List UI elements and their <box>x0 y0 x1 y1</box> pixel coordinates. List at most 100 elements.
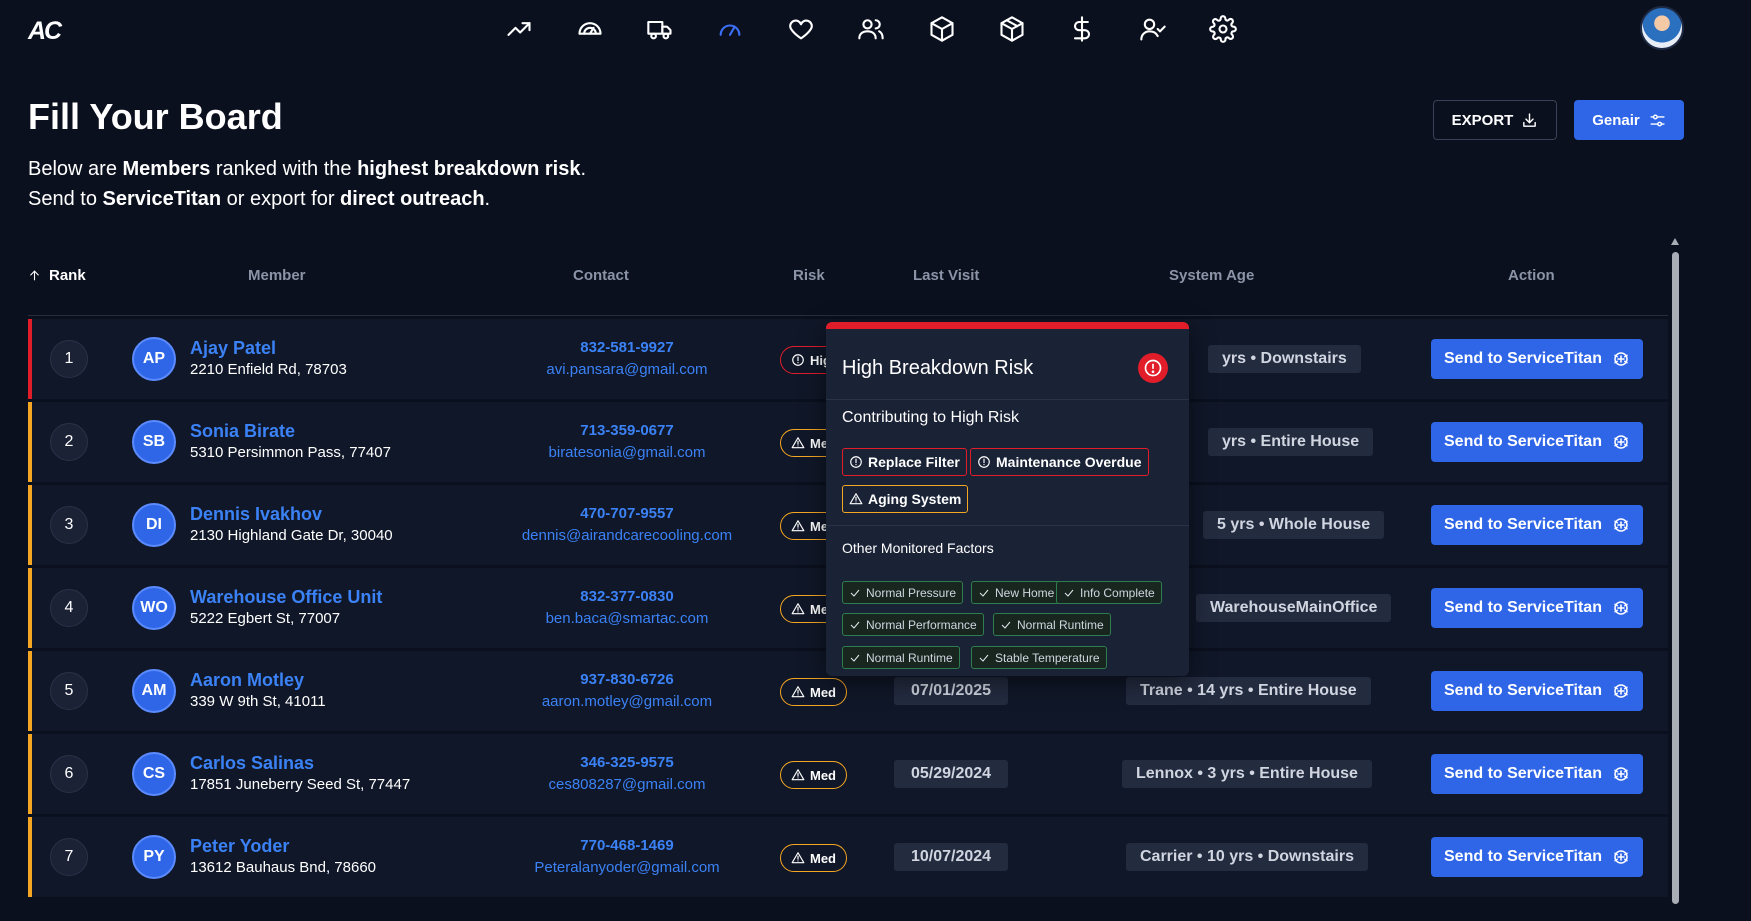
contact-phone-link[interactable]: 937-830-6726 <box>442 671 812 688</box>
risk-badge[interactable]: Med <box>780 678 847 706</box>
send-to-servicetitan-button[interactable]: Send to ServiceTitan <box>1431 339 1643 379</box>
export-button[interactable]: EXPORT <box>1433 100 1557 140</box>
monitored-factor-chip: Stable Temperature <box>971 646 1107 669</box>
member-name-link[interactable]: Carlos Salinas <box>190 753 314 774</box>
send-to-servicetitan-button[interactable]: Send to ServiceTitan <box>1431 422 1643 462</box>
member-name-link[interactable]: Dennis Ivakhov <box>190 504 322 525</box>
contact-email-link[interactable]: Peteralanyoder@gmail.com <box>442 859 812 876</box>
check-icon <box>1001 621 1011 629</box>
contributing-title: Contributing to High Risk <box>842 409 1019 426</box>
header-divider <box>28 315 1668 316</box>
users-icon[interactable] <box>836 12 906 46</box>
gear-icon[interactable] <box>1188 12 1258 46</box>
factor-label: Normal Performance <box>866 617 977 632</box>
contact-header: Contact <box>573 267 629 284</box>
last-visit-date: 05/29/2024 <box>894 760 1008 788</box>
app-logo[interactable]: AC <box>28 17 62 46</box>
contact-email-link[interactable]: aaron.motley@gmail.com <box>442 693 812 710</box>
send-to-servicetitan-button[interactable]: Send to ServiceTitan <box>1431 588 1643 628</box>
factor-label: Normal Pressure <box>866 585 957 600</box>
action-header: Action <box>1508 267 1555 284</box>
system-age-pill: 5 yrs • Whole House <box>1203 511 1385 539</box>
alert-circle-icon <box>978 456 990 468</box>
contact-email-link[interactable]: ben.baca@smartac.com <box>442 610 812 627</box>
user-avatar[interactable] <box>1640 6 1684 50</box>
contact-phone-link[interactable]: 346-325-9575 <box>442 754 812 771</box>
rank-sort-header[interactable]: Rank <box>28 267 86 284</box>
send-to-servicetitan-button[interactable]: Send to ServiceTitan <box>1431 754 1643 794</box>
member-address: 13612 Bauhaus Bnd, 78660 <box>190 859 376 876</box>
servicetitan-icon <box>1614 767 1628 781</box>
check-icon <box>850 589 860 597</box>
servicetitan-icon <box>1614 435 1628 449</box>
contact-phone-link[interactable]: 770-468-1469 <box>442 837 812 854</box>
popover-divider <box>826 525 1189 526</box>
speedometer-icon[interactable] <box>695 12 765 46</box>
risk-badge[interactable]: Med <box>780 844 847 872</box>
system-age-pill: WarehouseMainOffice <box>1196 594 1392 622</box>
member-name-link[interactable]: Peter Yoder <box>190 836 289 857</box>
heart-icon[interactable] <box>766 12 836 46</box>
truck-icon[interactable] <box>625 12 695 46</box>
member-name-link[interactable]: Warehouse Office Unit <box>190 587 382 608</box>
member-initials-avatar: WO <box>132 586 176 630</box>
member-address: 5222 Egbert St, 77007 <box>190 610 341 627</box>
arrow-up-icon <box>30 270 39 281</box>
monitored-factor-chip: Normal Pressure <box>842 581 964 604</box>
trending-up-icon[interactable] <box>484 12 554 46</box>
factor-label: Replace Filter <box>868 454 960 470</box>
last-visit-date: 07/01/2025 <box>894 677 1008 705</box>
factor-label: Normal Runtime <box>1017 617 1104 632</box>
risk-badge[interactable]: Med <box>780 761 847 789</box>
system-age-pill: yrs • Entire House <box>1208 428 1374 456</box>
member-name-link[interactable]: Sonia Birate <box>190 421 295 442</box>
risk-popover: High Breakdown Risk Contributing to High… <box>826 322 1189 676</box>
warning-triangle-icon <box>849 493 863 505</box>
contact-phone-link[interactable]: 470-707-9557 <box>442 505 812 522</box>
main-nav <box>484 12 1258 46</box>
system-age-pill: yrs • Downstairs <box>1208 345 1361 373</box>
member-name-link[interactable]: Ajay Patel <box>190 338 276 359</box>
monitored-factor-chip: Info Complete <box>1056 581 1162 604</box>
genair-button[interactable]: Genair <box>1574 100 1684 140</box>
factor-chip-aging-system: Aging System <box>842 485 969 513</box>
contact-email-link[interactable]: ces808287@gmail.com <box>442 776 812 793</box>
box-icon[interactable] <box>906 12 976 46</box>
table-row[interactable]: 7 PY Peter Yoder 13612 Bauhaus Bnd, 78660 77… <box>28 817 1668 897</box>
factor-label: New Home <box>995 585 1055 600</box>
scrollbar-thumb[interactable] <box>1672 252 1679 904</box>
contact-email-link[interactable]: biratesonia@gmail.com <box>442 444 812 461</box>
member-initials-avatar: DI <box>132 503 176 547</box>
send-label: Send to ServiceTitan <box>1444 599 1602 616</box>
contact-email-link[interactable]: dennis@airandcarecooling.com <box>442 527 812 544</box>
gauge-dashboard-icon[interactable] <box>554 12 624 46</box>
download-icon <box>1523 112 1537 127</box>
send-to-servicetitan-button[interactable]: Send to ServiceTitan <box>1431 505 1643 545</box>
contact-phone-link[interactable]: 832-581-9927 <box>442 339 812 356</box>
member-initials-avatar: AP <box>132 337 176 381</box>
member-initials-avatar: PY <box>132 835 176 879</box>
factor-chip-replace-filter: Replace Filter <box>842 448 967 476</box>
other-factors-title: Other Monitored Factors <box>842 540 994 556</box>
popover-title: High Breakdown Risk <box>842 357 1034 379</box>
contact-phone-link[interactable]: 832-377-0830 <box>442 588 812 605</box>
rank-number: 4 <box>50 589 88 627</box>
servicetitan-icon <box>1614 601 1628 615</box>
contact-email-link[interactable]: avi.pansara@gmail.com <box>442 361 812 378</box>
rank-header-label: Rank <box>49 267 86 284</box>
dollar-icon[interactable] <box>1047 12 1117 46</box>
rank-number: 5 <box>50 672 88 710</box>
scroll-up-arrow[interactable] <box>1671 238 1679 245</box>
send-to-servicetitan-button[interactable]: Send to ServiceTitan <box>1431 671 1643 711</box>
package-icon[interactable] <box>977 12 1047 46</box>
user-check-icon[interactable] <box>1118 12 1188 46</box>
table-row[interactable]: 6 CS Carlos Salinas 17851 Juneberry Seed St… <box>28 734 1668 814</box>
member-name-link[interactable]: Aaron Motley <box>190 670 304 691</box>
send-to-servicetitan-button[interactable]: Send to ServiceTitan <box>1431 837 1643 877</box>
send-label: Send to ServiceTitan <box>1444 433 1602 450</box>
member-address: 339 W 9th St, 41011 <box>190 693 326 710</box>
rank-number: 1 <box>50 340 88 378</box>
contact-phone-link[interactable]: 713-359-0677 <box>442 422 812 439</box>
servicetitan-icon <box>1614 518 1628 532</box>
check-icon <box>979 589 989 597</box>
